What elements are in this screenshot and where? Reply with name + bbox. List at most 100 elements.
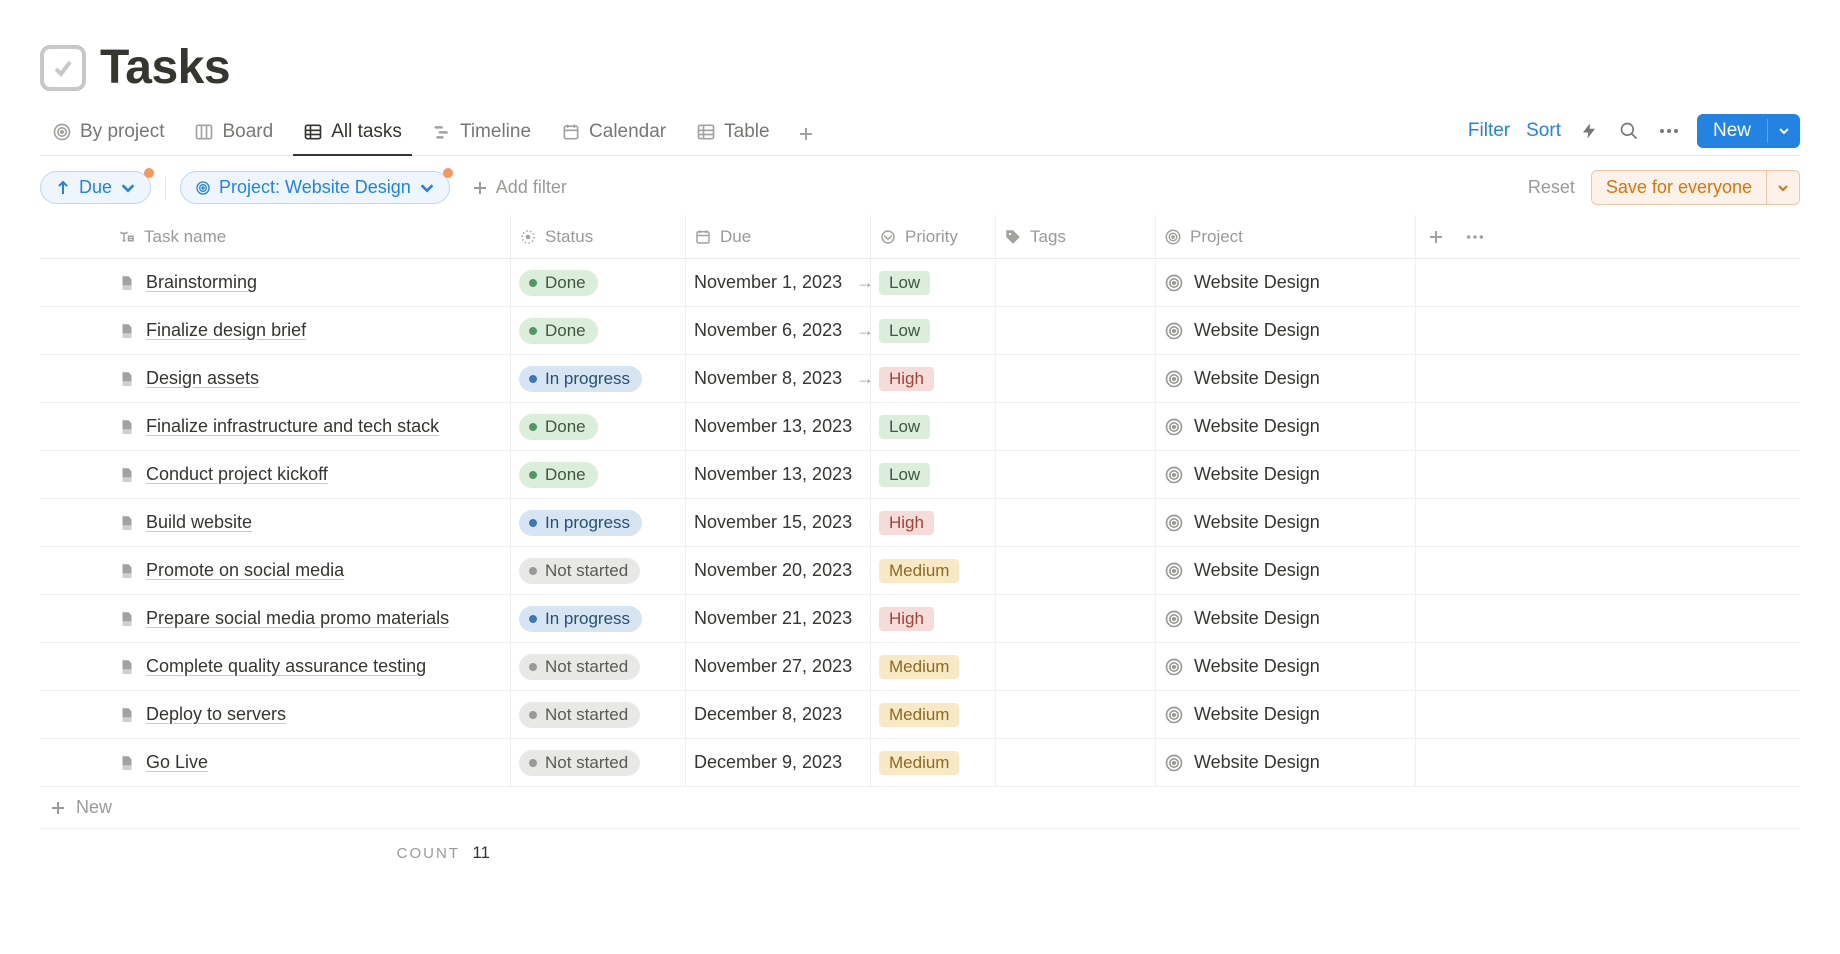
table-row[interactable]: Design assetsIn progressNovember 8, 2023… <box>40 355 1800 403</box>
filter-chip-project[interactable]: Project: Website Design <box>180 171 450 204</box>
cell-priority[interactable]: High <box>870 595 995 642</box>
column-header-project[interactable]: Project <box>1155 215 1415 258</box>
sort-button[interactable]: Sort <box>1526 120 1561 142</box>
cell-tags[interactable] <box>995 547 1155 594</box>
cell-task-name[interactable]: Finalize design brief <box>110 307 510 354</box>
cell-project[interactable]: Website Design <box>1155 691 1415 738</box>
cell-tags[interactable] <box>995 499 1155 546</box>
cell-tags[interactable] <box>995 739 1155 786</box>
cell-status[interactable]: Not started <box>510 691 685 738</box>
add-column-button[interactable] <box>1415 215 1455 258</box>
view-tab-board[interactable]: Board <box>182 113 285 155</box>
more-icon[interactable] <box>1657 119 1681 143</box>
cell-due[interactable]: November 1, 2023→ <box>685 259 870 306</box>
cell-project[interactable]: Website Design <box>1155 403 1415 450</box>
cell-status[interactable]: Done <box>510 259 685 306</box>
cell-priority[interactable]: High <box>870 355 995 402</box>
add-filter-button[interactable]: Add filter <box>464 173 575 202</box>
cell-tags[interactable] <box>995 451 1155 498</box>
cell-tags[interactable] <box>995 355 1155 402</box>
table-row[interactable]: Deploy to serversNot startedDecember 8, … <box>40 691 1800 739</box>
column-header-priority[interactable]: Priority <box>870 215 995 258</box>
cell-due[interactable]: November 8, 2023→ <box>685 355 870 402</box>
column-options-button[interactable] <box>1455 215 1495 258</box>
sort-chip-due[interactable]: Due <box>40 171 151 204</box>
cell-status[interactable]: In progress <box>510 499 685 546</box>
cell-due[interactable]: November 27, 2023→ <box>685 643 870 690</box>
cell-task-name[interactable]: Conduct project kickoff <box>110 451 510 498</box>
cell-tags[interactable] <box>995 403 1155 450</box>
cell-project[interactable]: Website Design <box>1155 259 1415 306</box>
add-view-button[interactable] <box>788 120 824 148</box>
column-header-due[interactable]: Due <box>685 215 870 258</box>
cell-tags[interactable] <box>995 595 1155 642</box>
table-row[interactable]: Conduct project kickoffDoneNovember 13, … <box>40 451 1800 499</box>
column-header-task[interactable]: Task name <box>110 215 510 258</box>
cell-due[interactable]: November 20, 2023→ <box>685 547 870 594</box>
cell-task-name[interactable]: Prepare social media promo materials <box>110 595 510 642</box>
cell-status[interactable]: Done <box>510 403 685 450</box>
cell-due[interactable]: December 9, 2023 <box>685 739 870 786</box>
cell-status[interactable]: In progress <box>510 595 685 642</box>
cell-priority[interactable]: High <box>870 499 995 546</box>
table-row[interactable]: Prepare social media promo materialsIn p… <box>40 595 1800 643</box>
cell-task-name[interactable]: Promote on social media <box>110 547 510 594</box>
cell-tags[interactable] <box>995 643 1155 690</box>
cell-priority[interactable]: Low <box>870 307 995 354</box>
new-button[interactable]: New <box>1697 114 1800 148</box>
cell-priority[interactable]: Low <box>870 259 995 306</box>
view-tab-timeline[interactable]: Timeline <box>420 113 543 155</box>
cell-project[interactable]: Website Design <box>1155 739 1415 786</box>
new-button-dropdown[interactable] <box>1767 119 1800 143</box>
table-row[interactable]: Finalize infrastructure and tech stackDo… <box>40 403 1800 451</box>
cell-due[interactable]: November 21, 2023→ <box>685 595 870 642</box>
save-for-everyone-button[interactable]: Save for everyone <box>1591 170 1800 205</box>
view-tab-by-project[interactable]: By project <box>40 113 176 155</box>
cell-tags[interactable] <box>995 307 1155 354</box>
table-row[interactable]: Promote on social mediaNot startedNovemb… <box>40 547 1800 595</box>
view-tab-table[interactable]: Table <box>684 113 781 155</box>
cell-status[interactable]: Not started <box>510 547 685 594</box>
table-row[interactable]: Go LiveNot startedDecember 9, 2023Medium… <box>40 739 1800 787</box>
cell-due[interactable]: December 8, 2023 <box>685 691 870 738</box>
cell-project[interactable]: Website Design <box>1155 547 1415 594</box>
cell-due[interactable]: November 13, 2023→ <box>685 403 870 450</box>
new-row-button[interactable]: New <box>40 787 1800 829</box>
cell-status[interactable]: Done <box>510 307 685 354</box>
cell-priority[interactable]: Medium <box>870 691 995 738</box>
cell-task-name[interactable]: Deploy to servers <box>110 691 510 738</box>
cell-due[interactable]: November 13, 2023 <box>685 451 870 498</box>
cell-status[interactable]: Done <box>510 451 685 498</box>
cell-task-name[interactable]: Go Live <box>110 739 510 786</box>
column-header-status[interactable]: Status <box>510 215 685 258</box>
cell-due[interactable]: November 15, 2023→ <box>685 499 870 546</box>
table-row[interactable]: Complete quality assurance testingNot st… <box>40 643 1800 691</box>
cell-due[interactable]: November 6, 2023→ <box>685 307 870 354</box>
cell-task-name[interactable]: Finalize infrastructure and tech stack <box>110 403 510 450</box>
view-tab-all-tasks[interactable]: All tasks <box>291 113 414 155</box>
table-row[interactable]: Finalize design briefDoneNovember 6, 202… <box>40 307 1800 355</box>
save-button-dropdown[interactable] <box>1766 171 1799 204</box>
cell-task-name[interactable]: Complete quality assurance testing <box>110 643 510 690</box>
cell-task-name[interactable]: Brainstorming <box>110 259 510 306</box>
cell-status[interactable]: In progress <box>510 355 685 402</box>
cell-status[interactable]: Not started <box>510 739 685 786</box>
view-tab-calendar[interactable]: Calendar <box>549 113 678 155</box>
cell-project[interactable]: Website Design <box>1155 451 1415 498</box>
cell-priority[interactable]: Medium <box>870 547 995 594</box>
cell-project[interactable]: Website Design <box>1155 307 1415 354</box>
table-row[interactable]: BrainstormingDoneNovember 1, 2023→Low Web… <box>40 259 1800 307</box>
cell-tags[interactable] <box>995 259 1155 306</box>
cell-project[interactable]: Website Design <box>1155 643 1415 690</box>
cell-project[interactable]: Website Design <box>1155 499 1415 546</box>
column-header-tags[interactable]: Tags <box>995 215 1155 258</box>
cell-status[interactable]: Not started <box>510 643 685 690</box>
table-row[interactable]: Build websiteIn progressNovember 15, 202… <box>40 499 1800 547</box>
cell-priority[interactable]: Low <box>870 403 995 450</box>
automation-icon[interactable] <box>1577 119 1601 143</box>
cell-project[interactable]: Website Design <box>1155 595 1415 642</box>
cell-task-name[interactable]: Build website <box>110 499 510 546</box>
reset-button[interactable]: Reset <box>1528 177 1575 198</box>
cell-tags[interactable] <box>995 691 1155 738</box>
cell-priority[interactable]: Low <box>870 451 995 498</box>
